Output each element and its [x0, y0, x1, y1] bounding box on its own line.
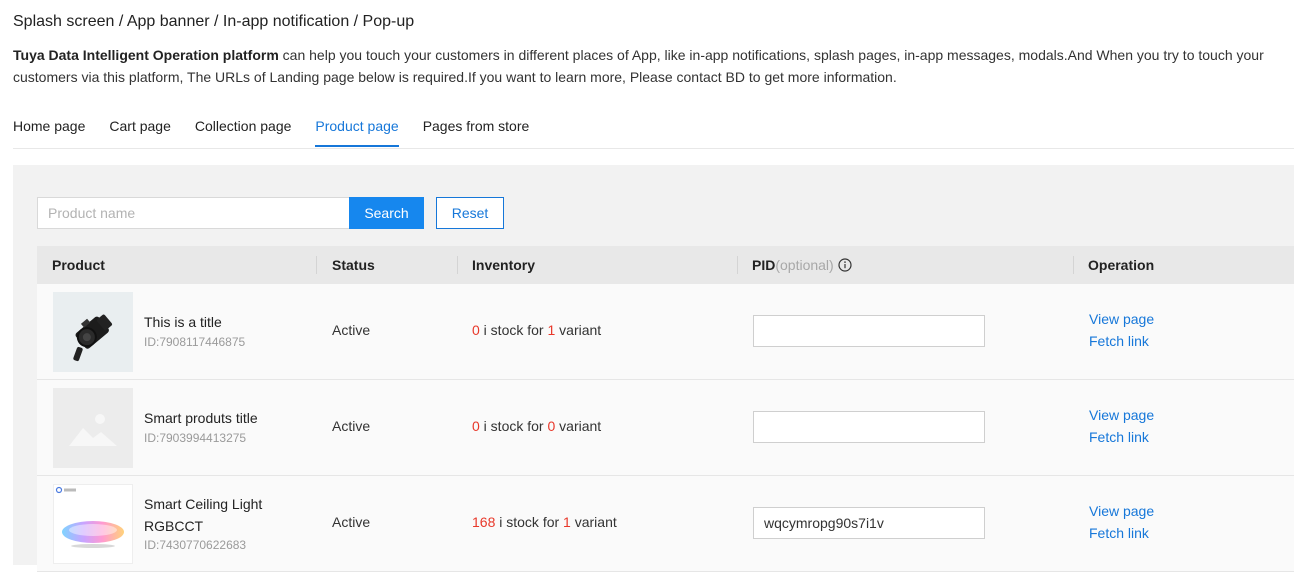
page-tabs: Home page Cart page Collection page Prod… — [13, 110, 1294, 149]
product-id: ID:7430770622683 — [144, 538, 247, 552]
inventory-text: 0 i stock for 0 variant — [472, 418, 601, 434]
header-product: Product — [52, 257, 105, 273]
product-title: This is a title — [144, 314, 222, 330]
view-page-link[interactable]: View page — [1089, 311, 1154, 327]
pid-input[interactable] — [753, 411, 985, 443]
header-divider — [1073, 256, 1074, 274]
header-pid-optional: (optional) — [775, 257, 834, 273]
content-panel: Search Reset Product Status Inventory PI… — [13, 165, 1294, 572]
view-page-link[interactable]: View page — [1089, 503, 1154, 519]
inventory-end: variant — [570, 514, 617, 530]
tab-product-page[interactable]: Product page — [315, 110, 399, 147]
stock-count: 0 — [472, 418, 480, 434]
tab-pages-from-store[interactable]: Pages from store — [423, 110, 530, 147]
tab-home-page[interactable]: Home page — [13, 110, 85, 147]
camera-image — [53, 292, 133, 372]
header-divider — [457, 256, 458, 274]
fetch-link-link[interactable]: Fetch link — [1089, 525, 1149, 541]
header-pid: PID(optional) — [752, 246, 852, 284]
variant-count: 1 — [563, 514, 571, 530]
header-pid-label: PID — [752, 257, 776, 273]
reset-button[interactable]: Reset — [436, 197, 504, 229]
inventory-end: variant — [555, 322, 602, 338]
ceiling-light-image — [53, 484, 133, 564]
inventory-text: 168 i stock for 1 variant — [472, 514, 617, 530]
page-title: Splash screen / App banner / In-app noti… — [13, 13, 415, 30]
header-status: Status — [332, 257, 375, 273]
header-inventory: Inventory — [472, 257, 536, 273]
inventory-mid: i stock for — [479, 322, 548, 338]
product-title-line2: RGBCCT — [144, 518, 204, 534]
info-icon[interactable] — [838, 248, 852, 286]
view-page-link[interactable]: View page — [1089, 407, 1154, 423]
inventory-mid: i stock for — [479, 418, 548, 434]
product-name-input[interactable] — [37, 197, 357, 229]
fetch-link-link[interactable]: Fetch link — [1089, 429, 1149, 445]
tab-collection-page[interactable]: Collection page — [195, 110, 292, 147]
search-button[interactable]: Search — [349, 197, 424, 229]
status-text: Active — [332, 514, 371, 530]
intro-brand: Tuya Data Intelligent Operation platform — [13, 47, 279, 63]
table-row: Smart produts title ID:7903994413275 Act… — [37, 380, 1294, 476]
pid-input[interactable] — [753, 507, 985, 539]
placeholder-image-icon — [53, 388, 133, 468]
intro-text: Tuya Data Intelligent Operation platform… — [13, 44, 1283, 88]
stock-count: 0 — [472, 322, 480, 338]
inventory-text: 0 i stock for 1 variant — [472, 322, 601, 338]
stock-count: 168 — [472, 514, 496, 530]
status-text: Active — [332, 322, 371, 338]
table-row: This is a title ID:7908117446875 Active … — [37, 284, 1294, 380]
inventory-end: variant — [555, 418, 602, 434]
header-divider — [737, 256, 738, 274]
inventory-mid: i stock for — [495, 514, 564, 530]
header-operation: Operation — [1088, 257, 1155, 273]
product-title: Smart Ceiling Light — [144, 496, 263, 512]
product-id: ID:7908117446875 — [144, 335, 246, 349]
tab-cart-page[interactable]: Cart page — [109, 110, 170, 147]
header-divider — [316, 256, 317, 274]
product-title: Smart produts title — [144, 410, 258, 426]
product-id: ID:7903994413275 — [144, 431, 247, 445]
status-text: Active — [332, 418, 371, 434]
pid-input[interactable] — [753, 315, 985, 347]
table-row: Smart Ceiling Light RGBCCT ID:7430770622… — [37, 476, 1294, 572]
table-header: Product Status Inventory PID(optional) O… — [37, 246, 1294, 284]
fetch-link-link[interactable]: Fetch link — [1089, 333, 1149, 349]
product-table: Product Status Inventory PID(optional) O… — [37, 246, 1294, 572]
